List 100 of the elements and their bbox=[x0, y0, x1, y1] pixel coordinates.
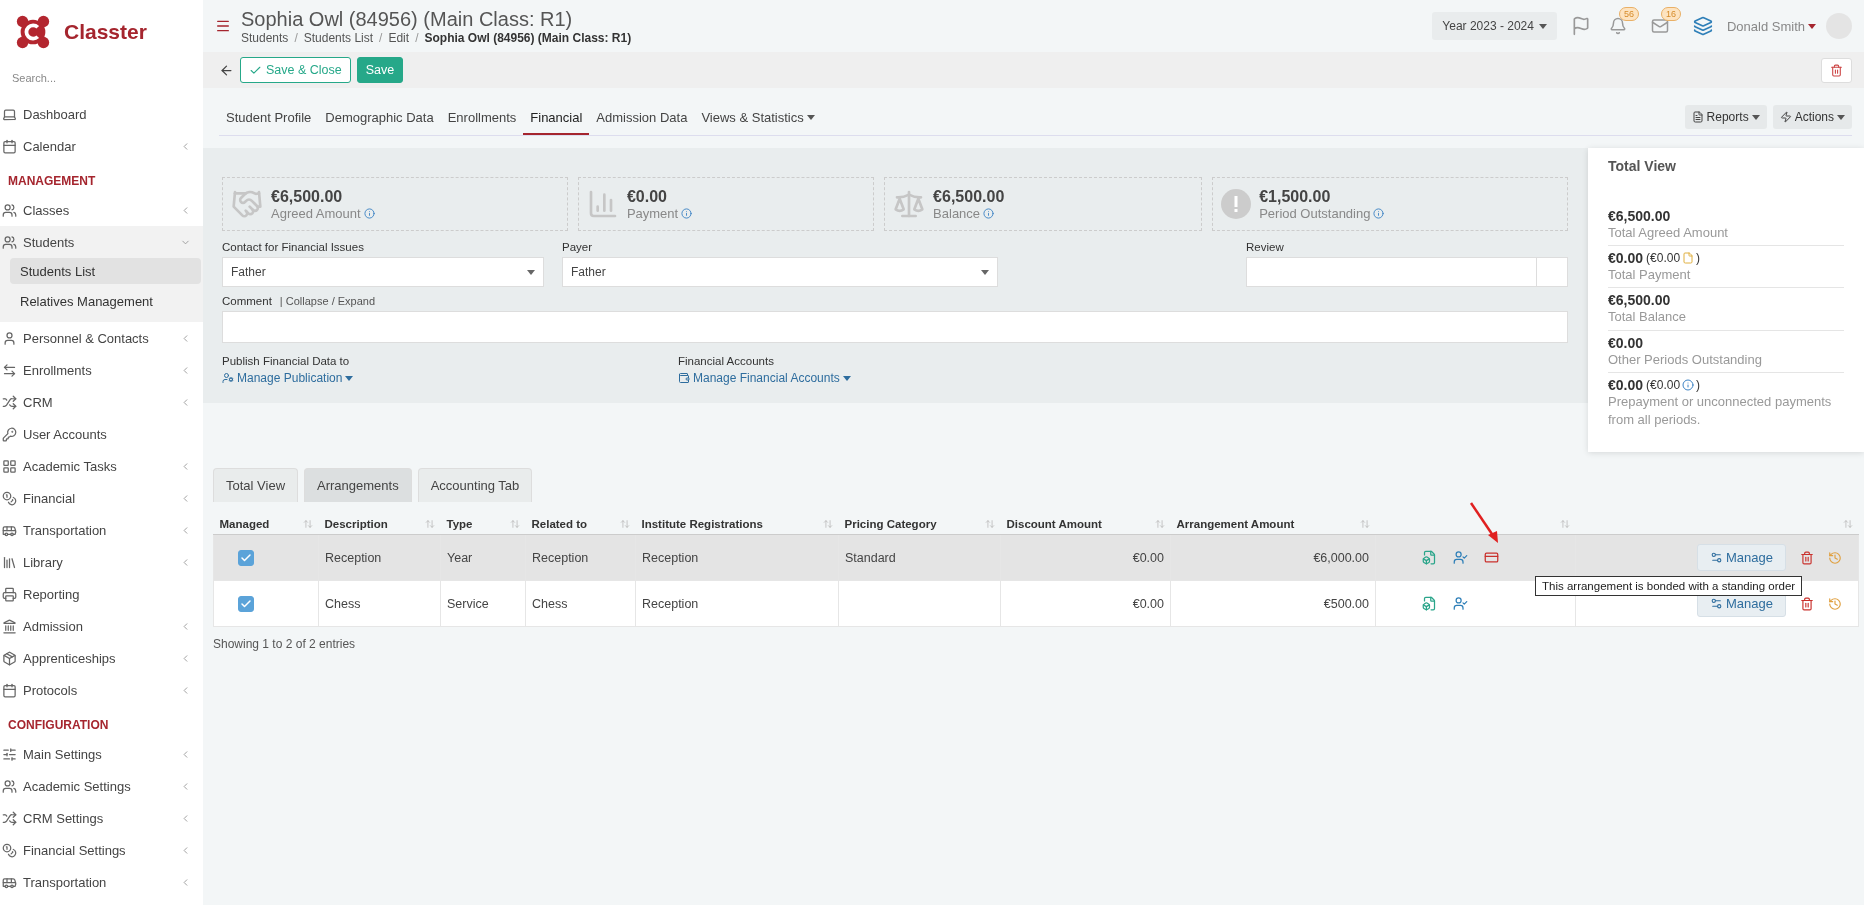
sort-icon bbox=[619, 519, 630, 530]
column-header[interactable]: Managed bbox=[219, 518, 270, 531]
nav-item[interactable]: Library bbox=[0, 546, 203, 578]
column-header[interactable]: Description bbox=[324, 518, 388, 531]
payer-select[interactable]: Father bbox=[562, 257, 998, 287]
tab[interactable]: Demographic Data bbox=[318, 102, 441, 135]
managed-checkbox[interactable] bbox=[238, 549, 254, 566]
actions-button[interactable]: Actions bbox=[1772, 105, 1852, 129]
tooltip: This arrangement is bonded with a standing order bbox=[1535, 576, 1803, 597]
table-cell: Chess bbox=[325, 596, 361, 611]
amount: €1,500.00 bbox=[1259, 187, 1332, 206]
nav-item[interactable]: Calendar bbox=[0, 130, 203, 162]
calendar-icon bbox=[2, 682, 17, 698]
search-field[interactable]: Search... bbox=[12, 68, 182, 88]
nav-item[interactable]: Transportation bbox=[0, 514, 203, 546]
amount-label: Period Outstanding bbox=[1259, 205, 1371, 221]
sort-icon bbox=[302, 519, 313, 530]
breadcrumb[interactable]: Students List bbox=[303, 30, 374, 45]
sort-icon bbox=[509, 519, 520, 530]
nav-item[interactable]: Reporting bbox=[0, 578, 203, 610]
tab[interactable]: Views & Statistics bbox=[694, 102, 822, 135]
column-header[interactable]: Arrangement Amount bbox=[1176, 518, 1295, 531]
nav-item[interactable]: User Accounts bbox=[0, 418, 203, 450]
document-icon bbox=[1422, 596, 1437, 612]
amount-label: Payment bbox=[626, 205, 679, 221]
manage-accounts-link[interactable]: Manage Financial Accounts bbox=[678, 371, 978, 385]
total-extra: (€0.00 bbox=[1646, 377, 1681, 392]
section-tab[interactable]: Arrangements bbox=[304, 468, 412, 503]
column-header[interactable]: Discount Amount bbox=[1006, 518, 1102, 531]
nav-item[interactable]: Personnel & Contacts bbox=[0, 322, 203, 354]
user-check-icon bbox=[1453, 550, 1468, 566]
nav-item[interactable]: Financial Settings bbox=[0, 834, 203, 866]
total-value: €6,500.00 bbox=[1608, 292, 1671, 309]
sort-icon bbox=[1842, 519, 1853, 530]
review-field[interactable] bbox=[1246, 257, 1568, 287]
amount: €6,500.00 bbox=[271, 187, 344, 206]
tab[interactable]: Financial bbox=[523, 102, 590, 135]
tab[interactable]: Enrollments bbox=[440, 102, 524, 135]
caret-icon bbox=[1538, 23, 1547, 29]
nav-item[interactable]: Academic Settings bbox=[0, 770, 203, 802]
closing-paren: ) bbox=[1696, 251, 1701, 266]
section-tab[interactable]: Accounting Tab bbox=[417, 468, 533, 503]
tab[interactable]: Student Profile bbox=[219, 102, 319, 135]
info-icon bbox=[983, 207, 995, 219]
reports-button[interactable]: Reports bbox=[1684, 105, 1767, 129]
page-title: Sophia Owl (84956) (Main Class: R1) bbox=[241, 7, 574, 31]
breadcrumb: Sophia Owl (84956) (Main Class: R1) bbox=[424, 30, 632, 45]
nav-item[interactable]: Main Settings bbox=[0, 738, 203, 770]
column-header[interactable]: Pricing Category bbox=[844, 518, 937, 531]
laptop-icon bbox=[2, 106, 17, 122]
amount-label: Balance bbox=[933, 205, 981, 221]
entries-info: Showing 1 to 2 of 2 entries bbox=[213, 637, 357, 652]
nav-item[interactable]: Dashboard bbox=[0, 98, 203, 130]
breadcrumb[interactable]: Edit bbox=[388, 30, 410, 45]
breadcrumb[interactable]: Students bbox=[241, 30, 289, 45]
manage-publication-link[interactable]: Manage Publication bbox=[222, 371, 678, 385]
tab[interactable]: Admission Data bbox=[589, 102, 695, 135]
nav-item[interactable]: Financial bbox=[0, 482, 203, 514]
nav-item[interactable]: Students bbox=[0, 226, 203, 258]
scale-icon bbox=[893, 188, 926, 220]
sort-icon bbox=[984, 519, 995, 530]
nav-item[interactable]: Protocols bbox=[0, 674, 203, 706]
nav-item[interactable]: Classes bbox=[0, 194, 203, 226]
comment-field[interactable] bbox=[222, 311, 1568, 343]
table-cell: Reception bbox=[532, 550, 589, 565]
managed-checkbox[interactable] bbox=[238, 595, 254, 612]
section-tab[interactable]: Total View bbox=[213, 468, 298, 503]
collapse-expand-link[interactable]: | Collapse / Expand bbox=[279, 295, 376, 307]
info-icon bbox=[681, 207, 693, 219]
sliders-icon bbox=[2, 746, 17, 762]
nav-item[interactable]: Academic Tasks bbox=[0, 450, 203, 482]
wallet-icon bbox=[678, 372, 690, 384]
nav-subitem[interactable]: Relatives Management bbox=[10, 288, 201, 314]
column-header[interactable]: Institute Registrations bbox=[641, 518, 763, 531]
user-icon bbox=[222, 372, 234, 384]
nav-item[interactable]: Transportation bbox=[0, 866, 203, 898]
caret-icon bbox=[1808, 23, 1816, 29]
column-header[interactable]: Type bbox=[446, 518, 473, 531]
nav-item[interactable]: CRM bbox=[0, 386, 203, 418]
field-label: Payer bbox=[562, 241, 594, 253]
contact-select[interactable]: Father bbox=[222, 257, 544, 287]
document-icon bbox=[1691, 111, 1704, 123]
nav-item[interactable]: CRM Settings bbox=[0, 802, 203, 834]
nav-subitem[interactable]: Students List bbox=[10, 258, 201, 284]
nav-item[interactable]: Apprenticeships bbox=[0, 642, 203, 674]
nav-item[interactable]: Admission bbox=[0, 610, 203, 642]
breadcrumb-separator: / bbox=[415, 30, 419, 45]
notification-count: 56 bbox=[1618, 7, 1639, 21]
caret-icon bbox=[842, 375, 851, 381]
nav-item[interactable]: Enrollments bbox=[0, 354, 203, 386]
table-cell: €0.00 bbox=[1132, 596, 1164, 611]
column-header[interactable]: Related to bbox=[531, 518, 588, 531]
field-label: Financial Accounts bbox=[678, 355, 775, 367]
manage-button[interactable]: Manage bbox=[1697, 544, 1786, 572]
card-title: Total View bbox=[1608, 158, 1677, 174]
total-label: Other Periods Outstanding bbox=[1608, 350, 1763, 369]
table-cell: €500.00 bbox=[1323, 596, 1369, 611]
year-dropdown[interactable]: Year 2023 - 2024 bbox=[1432, 12, 1557, 40]
delete-button[interactable] bbox=[1821, 57, 1852, 83]
user-check-icon bbox=[1453, 596, 1468, 612]
